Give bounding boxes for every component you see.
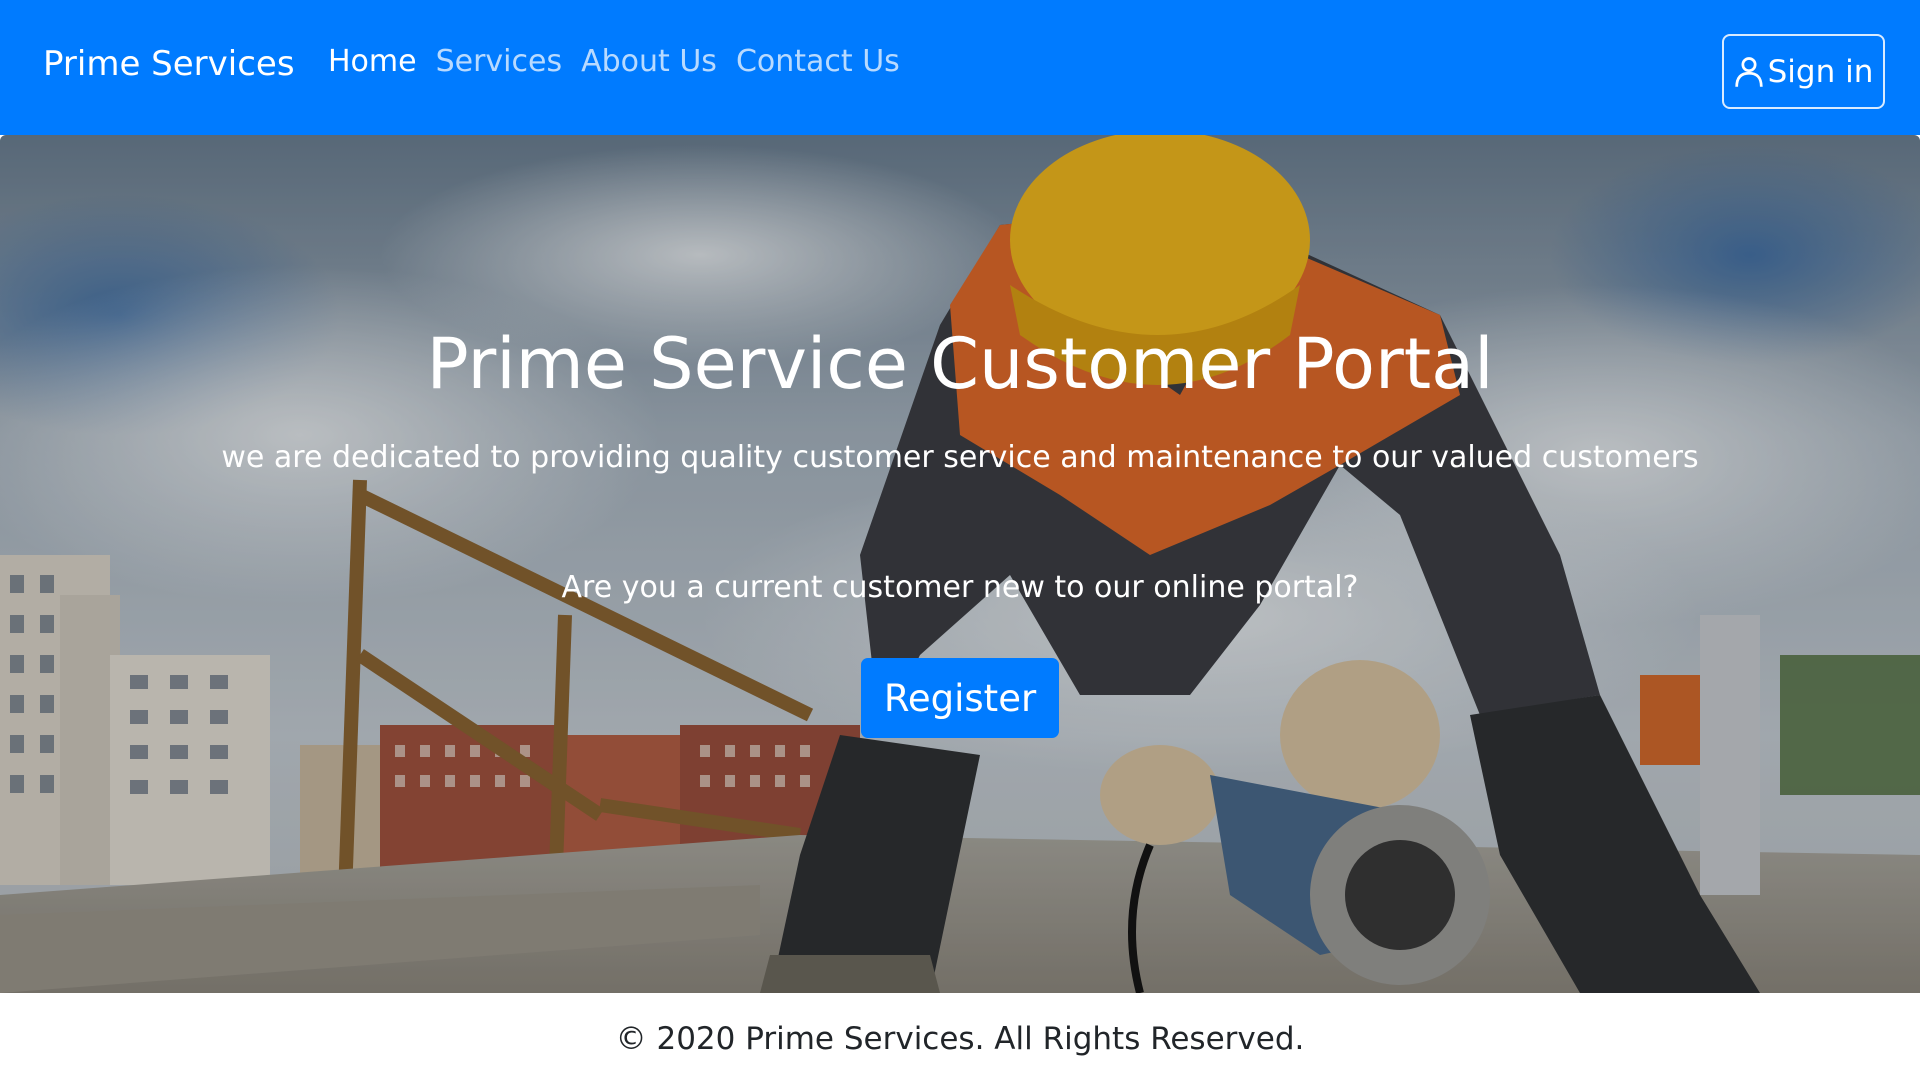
top-navbar: Prime Services Home Services About Us Co… <box>0 0 1920 135</box>
sign-in-label: Sign in <box>1767 53 1874 90</box>
hero-overlay <box>0 135 1920 993</box>
footer: © 2020 Prime Services. All Rights Reserv… <box>0 993 1920 1080</box>
hero-question: Are you a current customer new to our on… <box>561 570 1359 605</box>
nav-link-contact-us[interactable]: Contact Us <box>736 44 900 79</box>
footer-copyright: © 2020 Prime Services. All Rights Reserv… <box>615 1021 1305 1057</box>
register-button[interactable]: Register <box>861 658 1059 738</box>
nav-link-home[interactable]: Home <box>328 44 417 79</box>
hero-title: Prime Service Customer Portal <box>426 323 1494 405</box>
brand-logo-link[interactable]: Prime Services <box>43 44 295 84</box>
nav-links: Home Services About Us Contact Us <box>328 44 900 79</box>
nav-link-about-us[interactable]: About Us <box>581 44 717 79</box>
person-icon <box>1734 56 1764 88</box>
hero-subtitle: we are dedicated to providing quality cu… <box>221 440 1699 475</box>
sign-in-button[interactable]: Sign in <box>1722 34 1885 109</box>
nav-link-services[interactable]: Services <box>436 44 563 79</box>
hero-section: Prime Service Customer Portal we are ded… <box>0 135 1920 993</box>
